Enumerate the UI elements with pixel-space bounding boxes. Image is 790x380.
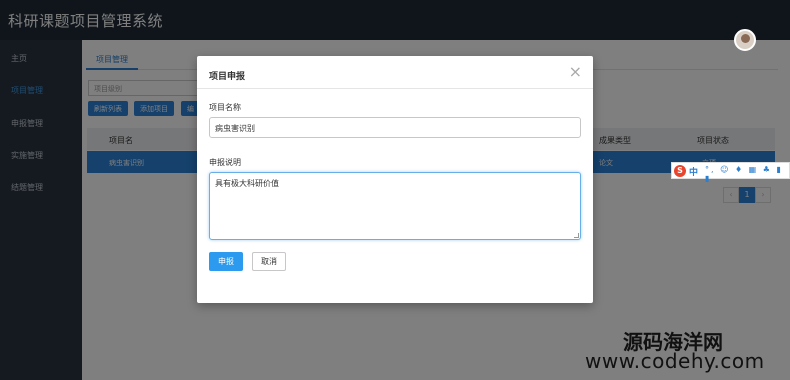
close-icon[interactable]: × [569, 64, 582, 80]
ime-toolbar[interactable]: S 中 °, ☺ ♦ ▦ ♣ ▮ ▮ [671, 162, 790, 183]
sogou-logo-icon[interactable]: S [674, 165, 686, 177]
cancel-button[interactable]: 取消 [252, 252, 286, 271]
modal-title: 项目申报 [209, 72, 246, 82]
description-textarea[interactable]: 具有极大科研价值 [209, 172, 581, 240]
description-text: 具有极大科研价值 [215, 179, 279, 188]
resize-handle-icon[interactable] [574, 233, 579, 238]
submit-button[interactable]: 申报 [209, 252, 243, 271]
project-name-field[interactable]: 病虫害识别 [209, 117, 581, 138]
project-name-label: 项目名称 [209, 103, 241, 112]
watermark-url: www.codehy.com [585, 349, 765, 373]
ime-tool-icons[interactable]: °, ☺ ♦ ▦ ♣ ▮ ▮ [705, 165, 789, 183]
description-label: 申报说明 [209, 158, 241, 167]
apply-project-dialog: 项目申报 × 项目名称 病虫害识别 申报说明 具有极大科研价值 申报 取消 [197, 56, 593, 303]
modal-divider [197, 88, 593, 89]
ime-mode-toggle[interactable]: 中 [689, 165, 698, 178]
user-avatar[interactable] [734, 29, 756, 51]
